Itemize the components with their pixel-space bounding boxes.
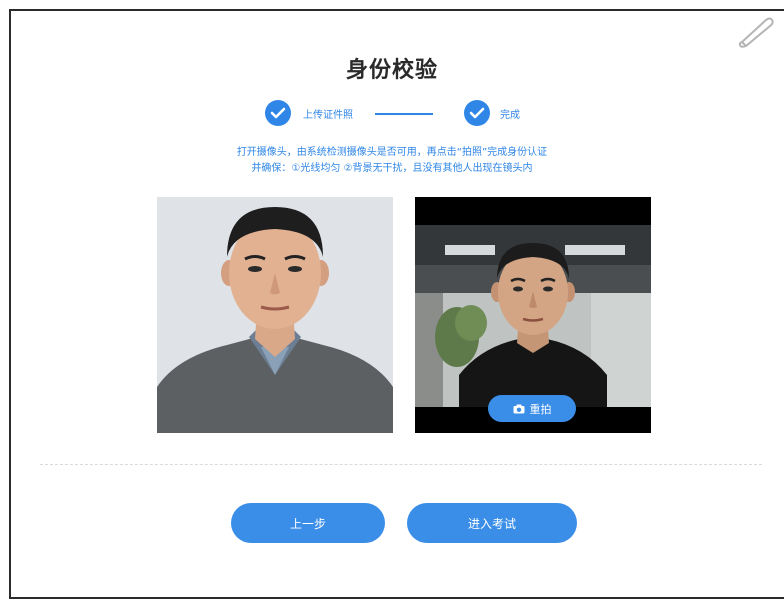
instruction-line-2: 并确保：①光线均匀 ②背景无干扰，且没有其他人出现在镜头内: [251, 163, 533, 174]
divider: [40, 464, 762, 465]
window-frame: [9, 9, 784, 599]
prev-step-button[interactable]: 上一步: [231, 503, 385, 543]
check-icon: [464, 100, 490, 126]
check-icon: [265, 100, 291, 126]
camera-icon: [513, 404, 524, 413]
retake-label: 重拍: [529, 402, 552, 416]
step-connector: [375, 113, 433, 115]
pen-icon: [738, 17, 774, 48]
instruction-line-1: 打开摄像头，由系统检测摄像头是否可用，再点击“拍照”完成身份认证: [236, 147, 548, 158]
step-label-done: 完成: [500, 110, 520, 121]
step-label-upload: 上传证件照: [303, 110, 353, 121]
enter-exam-button[interactable]: 进入考试: [407, 503, 577, 543]
id-photo: [157, 197, 393, 433]
page-title: 身份校验: [345, 58, 438, 83]
step-indicator: 上传证件照 完成: [0, 100, 784, 126]
retake-button[interactable]: 重拍: [488, 395, 576, 422]
